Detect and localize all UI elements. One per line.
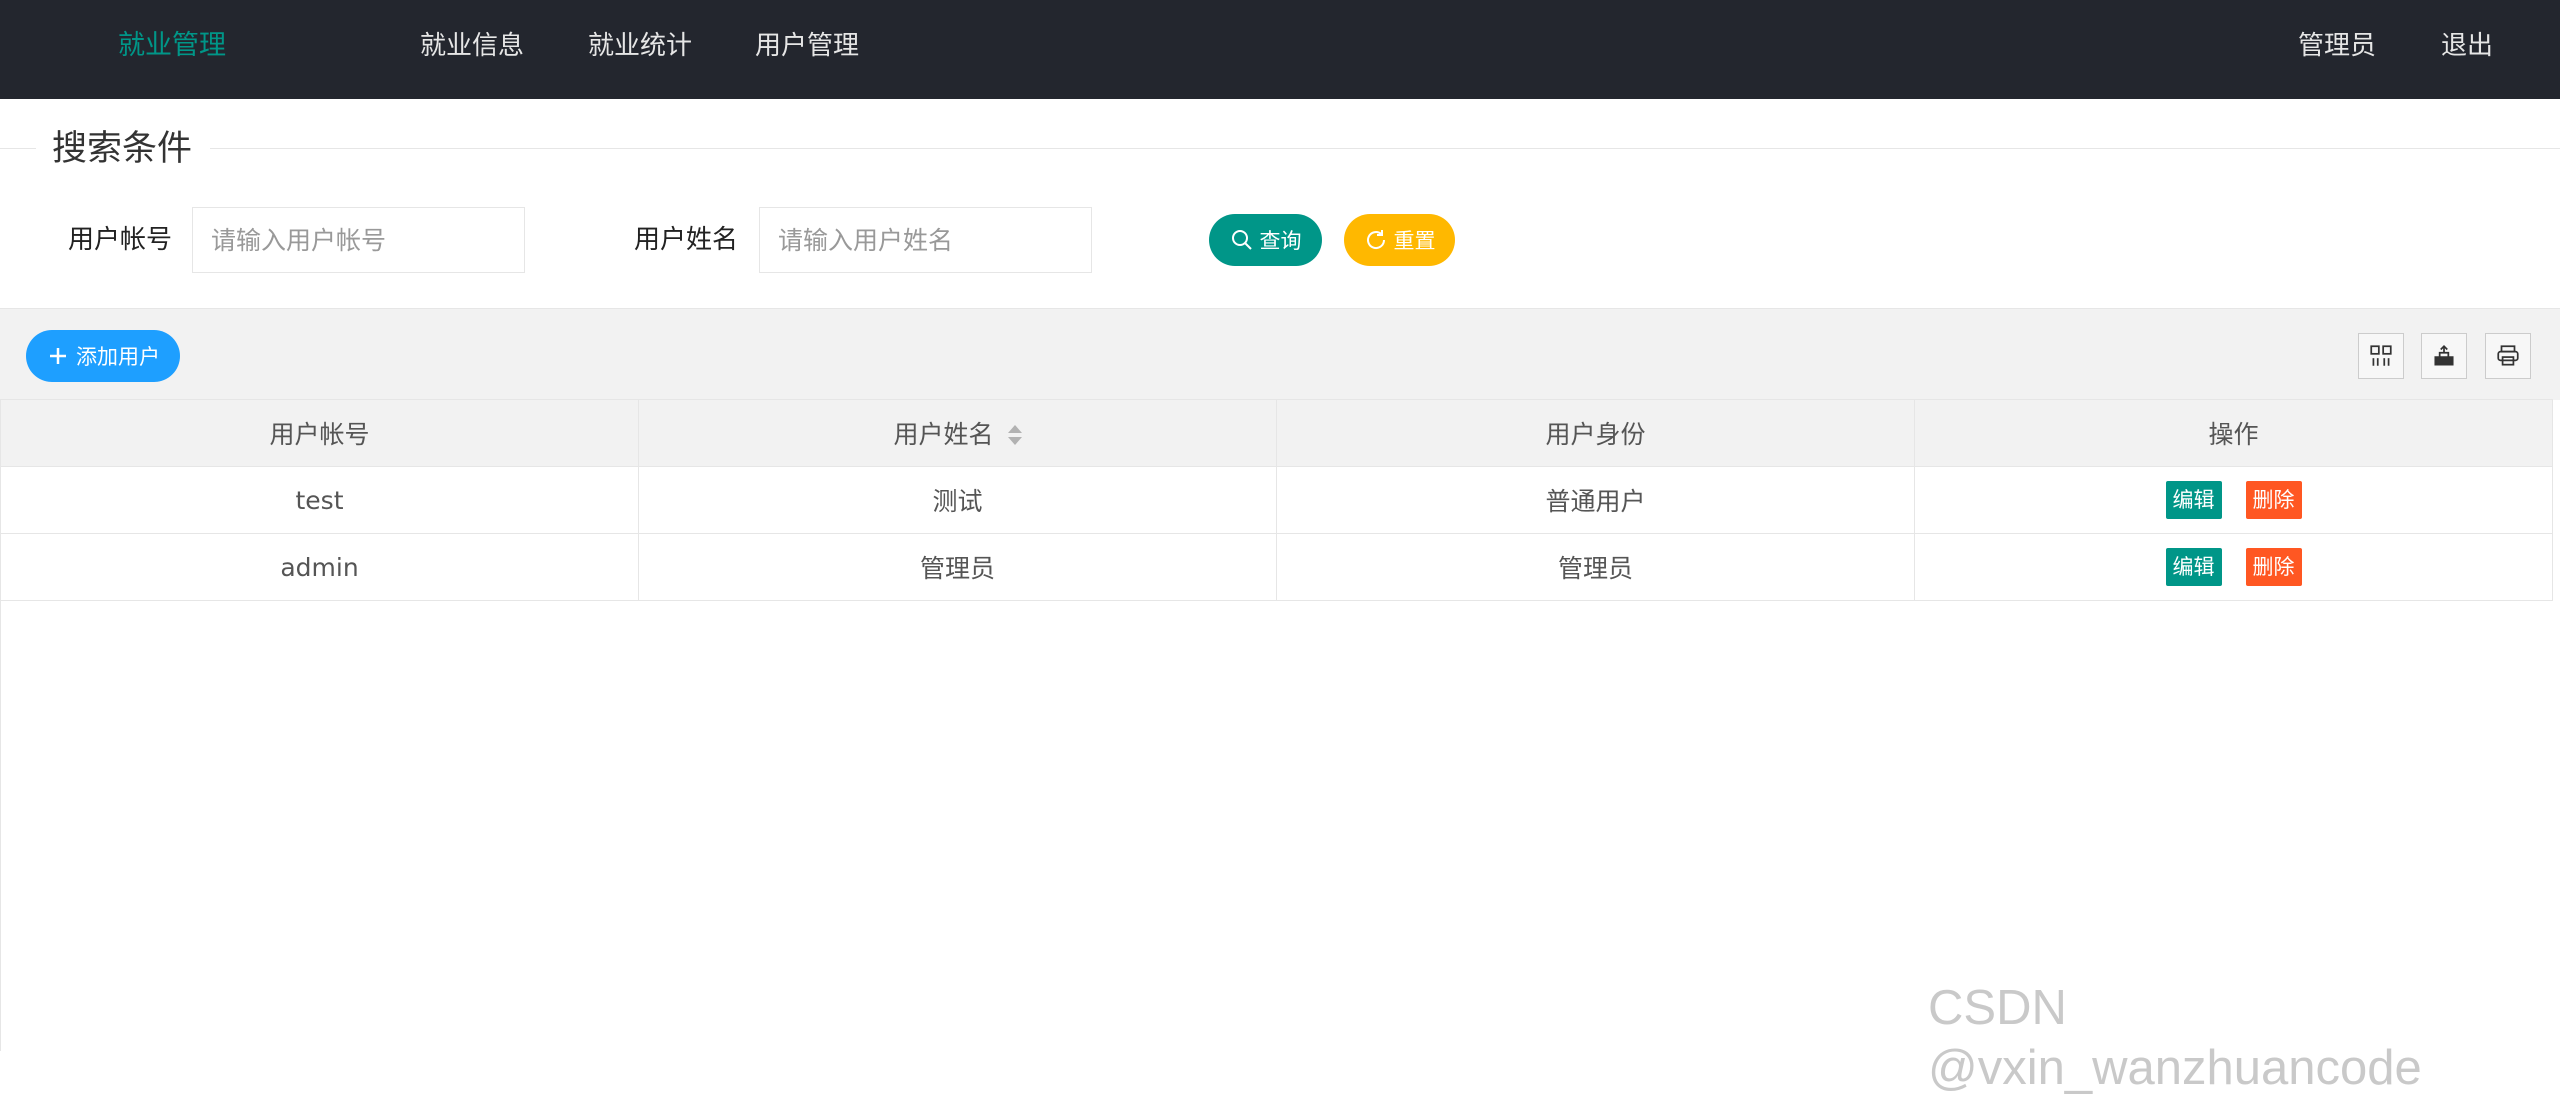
header-account: 用户帐号 — [0, 399, 639, 467]
cell-actions: 编辑 删除 — [1914, 533, 2553, 601]
table-header-row: 用户帐号 用户姓名 用户身份 操作 — [0, 399, 2553, 467]
columns-icon — [2370, 345, 2392, 366]
search-legend: 搜索条件 — [52, 129, 193, 169]
current-user-menu[interactable]: 管理员 — [2298, 28, 2376, 64]
users-table: 用户帐号 用户姓名 用户身份 操作 test 测试 普通用户 编辑 删除 admi… — [0, 399, 2553, 601]
reset-button[interactable]: 重置 — [1344, 214, 1455, 266]
header-role-label: 用户身份 — [1545, 420, 1646, 449]
logout-link[interactable]: 退出 — [2441, 28, 2493, 64]
search-icon — [1231, 230, 1252, 250]
table-row: test 测试 普通用户 编辑 删除 — [0, 466, 2553, 534]
reset-button-label: 重置 — [1393, 229, 1436, 253]
plus-icon — [50, 348, 66, 364]
cell-account: test — [0, 466, 639, 534]
nav-employment-stats[interactable]: 就业统计 — [588, 28, 692, 64]
header-account-label: 用户帐号 — [269, 420, 370, 449]
edit-button[interactable]: 编辑 — [2165, 548, 2222, 586]
nav-user-management[interactable]: 用户管理 — [755, 28, 859, 64]
header-name-label: 用户姓名 — [893, 420, 994, 449]
delete-button[interactable]: 删除 — [2245, 481, 2302, 519]
watermark: CSDN @vxin_wanzhuancode — [1928, 981, 2422, 1095]
table-body-border — [0, 600, 1, 1051]
nav-employment-info[interactable]: 就业信息 — [420, 28, 524, 64]
name-search-input[interactable] — [759, 207, 1092, 273]
header-role: 用户身份 — [1276, 399, 1915, 467]
delete-button[interactable]: 删除 — [2245, 548, 2302, 586]
add-user-button[interactable]: 添加用户 — [26, 330, 180, 382]
header-actions: 操作 — [1914, 399, 2553, 467]
brand-logo-text[interactable]: 就业管理 — [118, 28, 226, 64]
columns-filter-button[interactable] — [2358, 333, 2404, 379]
query-button[interactable]: 查询 — [1209, 214, 1322, 266]
print-button[interactable] — [2485, 333, 2531, 379]
header-actions-label: 操作 — [2208, 420, 2259, 449]
cell-actions: 编辑 删除 — [1914, 466, 2553, 534]
account-label: 用户帐号 — [68, 225, 173, 255]
edit-button[interactable]: 编辑 — [2165, 481, 2222, 519]
top-navbar: 就业管理 就业信息 就业统计 用户管理 管理员 退出 — [0, 0, 2560, 99]
cell-name: 管理员 — [638, 533, 1277, 601]
sort-icon[interactable] — [1007, 425, 1022, 447]
cell-role: 管理员 — [1276, 533, 1915, 601]
fieldset-border — [0, 148, 36, 149]
table-toolbar: 添加用户 — [0, 308, 2560, 400]
query-button-label: 查询 — [1259, 229, 1302, 253]
header-name[interactable]: 用户姓名 — [638, 399, 1277, 467]
print-icon — [2497, 345, 2519, 366]
name-label: 用户姓名 — [634, 225, 739, 255]
export-icon — [2434, 345, 2454, 366]
fieldset-border — [210, 148, 2560, 149]
account-search-input[interactable] — [192, 207, 525, 273]
table-row: admin 管理员 管理员 编辑 删除 — [0, 533, 2553, 601]
cell-name: 测试 — [638, 466, 1277, 534]
refresh-icon — [1366, 230, 1385, 249]
cell-account: admin — [0, 533, 639, 601]
export-button[interactable] — [2421, 333, 2467, 379]
add-user-label: 添加用户 — [76, 345, 160, 369]
cell-role: 普通用户 — [1276, 466, 1915, 534]
